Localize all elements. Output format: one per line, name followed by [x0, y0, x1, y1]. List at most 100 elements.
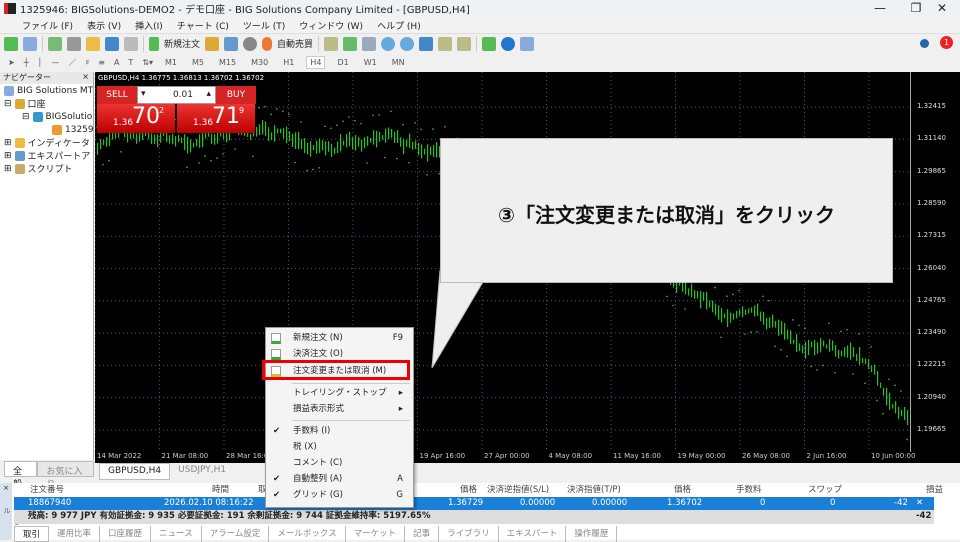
timeframe-h1[interactable]: H1 [280, 57, 297, 68]
bar-chart-icon[interactable] [324, 36, 339, 51]
new-chart-icon[interactable] [4, 36, 18, 51]
text-icon[interactable]: A [114, 58, 119, 67]
tab-gbpusd-h4[interactable]: GBPUSD,H4 [99, 463, 171, 480]
price-label: 1.24765 [917, 295, 946, 304]
new-order-button[interactable]: 新規注文 [164, 37, 200, 50]
menu-item-profit-display[interactable]: 損益表示形式 ▸ [266, 401, 413, 417]
zoom-in-icon[interactable] [381, 36, 396, 51]
notification-badge[interactable]: 1 [940, 36, 953, 49]
nav-item-scripts[interactable]: ⊞ スクリプト [0, 162, 93, 175]
timeframe-h4[interactable]: H4 [306, 55, 326, 69]
lot-size-input[interactable]: ▾ 0.01 ▴ [137, 86, 216, 104]
nav-item-accounts[interactable]: ⊟ 口座 [0, 97, 93, 110]
nav-item-root[interactable]: BIG Solutions MT4 [0, 84, 93, 97]
trendline-icon[interactable]: ／ [68, 57, 76, 68]
tab-usdjpy-h1[interactable]: USDJPY,H1 [170, 463, 235, 480]
price-bar [775, 320, 777, 328]
col-commission[interactable]: 手数料 [736, 483, 762, 497]
sar-dot [810, 365, 812, 368]
col-swap[interactable]: スワップ [808, 483, 842, 497]
crosshair-icon[interactable]: ┼ [24, 58, 29, 67]
fibonacci-icon[interactable]: ♯ [85, 58, 89, 67]
nav-item-server[interactable]: ⊟BIGSolutions-DEMO2 [0, 110, 93, 123]
col-sl[interactable]: 決済逆指値(S/L) [487, 483, 549, 497]
tab-favorites[interactable]: お気に入り [37, 461, 94, 490]
line-chart-icon[interactable] [362, 36, 377, 51]
buy-button[interactable]: BUY [216, 86, 256, 104]
timeframe-mn[interactable]: MN [389, 57, 408, 68]
tab-common[interactable]: 全般 [4, 461, 38, 490]
menu-tools[interactable]: ツール (T) [243, 19, 285, 32]
menu-window[interactable]: ウィンドウ (W) [299, 19, 363, 32]
channel-icon[interactable]: ≡ [98, 58, 105, 67]
sar-dot [840, 330, 842, 333]
col-open-price[interactable]: 価格 [460, 483, 477, 497]
sell-price[interactable]: 1.36 70 2 [97, 104, 175, 133]
timeframe-m30[interactable]: M30 [248, 57, 271, 68]
indicators-icon[interactable] [482, 36, 497, 51]
signals-icon[interactable] [224, 36, 239, 51]
data-window-icon[interactable] [67, 36, 81, 51]
timeframe-w1[interactable]: W1 [361, 57, 380, 68]
menu-view[interactable]: 表示 (V) [87, 19, 121, 32]
price-bar [892, 404, 894, 409]
periods-icon[interactable] [501, 36, 516, 51]
auto-trade-button[interactable]: 自動売買 [277, 37, 313, 50]
buy-price[interactable]: 1.36 71 9 [177, 104, 255, 133]
navigator-close-icon[interactable]: × [82, 72, 89, 84]
timeframe-m15[interactable]: M15 [216, 57, 239, 68]
menu-insert[interactable]: 挿入(I) [135, 19, 163, 32]
close-position-icon[interactable]: ✕ [916, 497, 923, 510]
col-order[interactable]: 注文番号 [30, 483, 64, 497]
nav-item-indicators[interactable]: ⊞ インディケータ [0, 136, 93, 149]
price-bar [397, 130, 399, 143]
lot-increase-icon[interactable]: ▴ [206, 89, 211, 99]
market-watch-icon[interactable] [48, 36, 62, 51]
menu-item-comment[interactable]: コメント (C) [266, 455, 413, 471]
chart-shift-icon[interactable] [457, 36, 472, 51]
menu-chart[interactable]: チャート (C) [177, 19, 229, 32]
col-price[interactable]: 価格 [674, 483, 691, 497]
sell-button[interactable]: SELL [97, 86, 137, 104]
timeframe-m5[interactable]: M5 [189, 57, 207, 68]
tester-icon[interactable] [124, 36, 138, 51]
menu-file[interactable]: ファイル (F) [22, 19, 73, 32]
navigator-icon[interactable] [86, 36, 100, 51]
menu-item-grid[interactable]: ✔ グリッド (G) G [266, 487, 413, 503]
metaeditor-icon[interactable] [205, 36, 220, 51]
lot-decrease-icon[interactable]: ▾ [141, 89, 146, 99]
menu-item-tax[interactable]: 税 (X) [266, 439, 413, 455]
text-label-icon[interactable]: T [128, 58, 133, 67]
terminal-close-icon[interactable]: × [3, 484, 9, 492]
nav-item-account[interactable]: 1325946 [0, 123, 93, 136]
market-icon[interactable] [243, 36, 258, 51]
tile-windows-icon[interactable] [419, 36, 434, 51]
menu-item-auto-arrange[interactable]: ✔ 自動整列 (A) A [266, 471, 413, 487]
table-row[interactable]: 18867940 2026.02.10 08:16:22 buy 0.01 gb… [14, 497, 934, 510]
arrows-icon[interactable]: ⇅▾ [142, 58, 153, 67]
cursor-icon[interactable]: ➤ [8, 58, 15, 67]
minimize-button[interactable]: — [862, 0, 898, 17]
terminal-icon[interactable] [105, 36, 119, 51]
col-profit[interactable]: 損益 [926, 483, 943, 497]
vertical-line-icon[interactable]: │ [38, 58, 43, 67]
price-bar [178, 134, 180, 143]
menu-help[interactable]: ヘルプ (H) [377, 19, 421, 32]
timeframe-m1[interactable]: M1 [162, 57, 180, 68]
menu-item-new-order[interactable]: 新規注文 (N) F9 [266, 330, 413, 346]
templates-icon[interactable] [520, 36, 535, 51]
profiles-icon[interactable] [23, 36, 37, 51]
col-tp[interactable]: 決済指値(T/P) [567, 483, 621, 497]
sar-dot [714, 286, 716, 289]
menu-item-commission[interactable]: ✔ 手数料 (I) [266, 423, 413, 439]
zoom-out-icon[interactable] [400, 36, 415, 51]
col-time[interactable]: 時間 [212, 483, 229, 497]
menu-item-trailing-stop[interactable]: トレイリング・ストップ ▸ [266, 385, 413, 401]
timeframe-d1[interactable]: D1 [334, 57, 351, 68]
nav-item-experts[interactable]: ⊞エキスパートアドバイザ [0, 149, 93, 162]
horizontal-line-icon[interactable]: — [51, 58, 59, 67]
close-button[interactable]: ✕ [924, 0, 960, 17]
search-icon[interactable] [920, 39, 929, 48]
candlestick-icon[interactable] [343, 36, 358, 51]
auto-scroll-icon[interactable] [438, 36, 453, 51]
